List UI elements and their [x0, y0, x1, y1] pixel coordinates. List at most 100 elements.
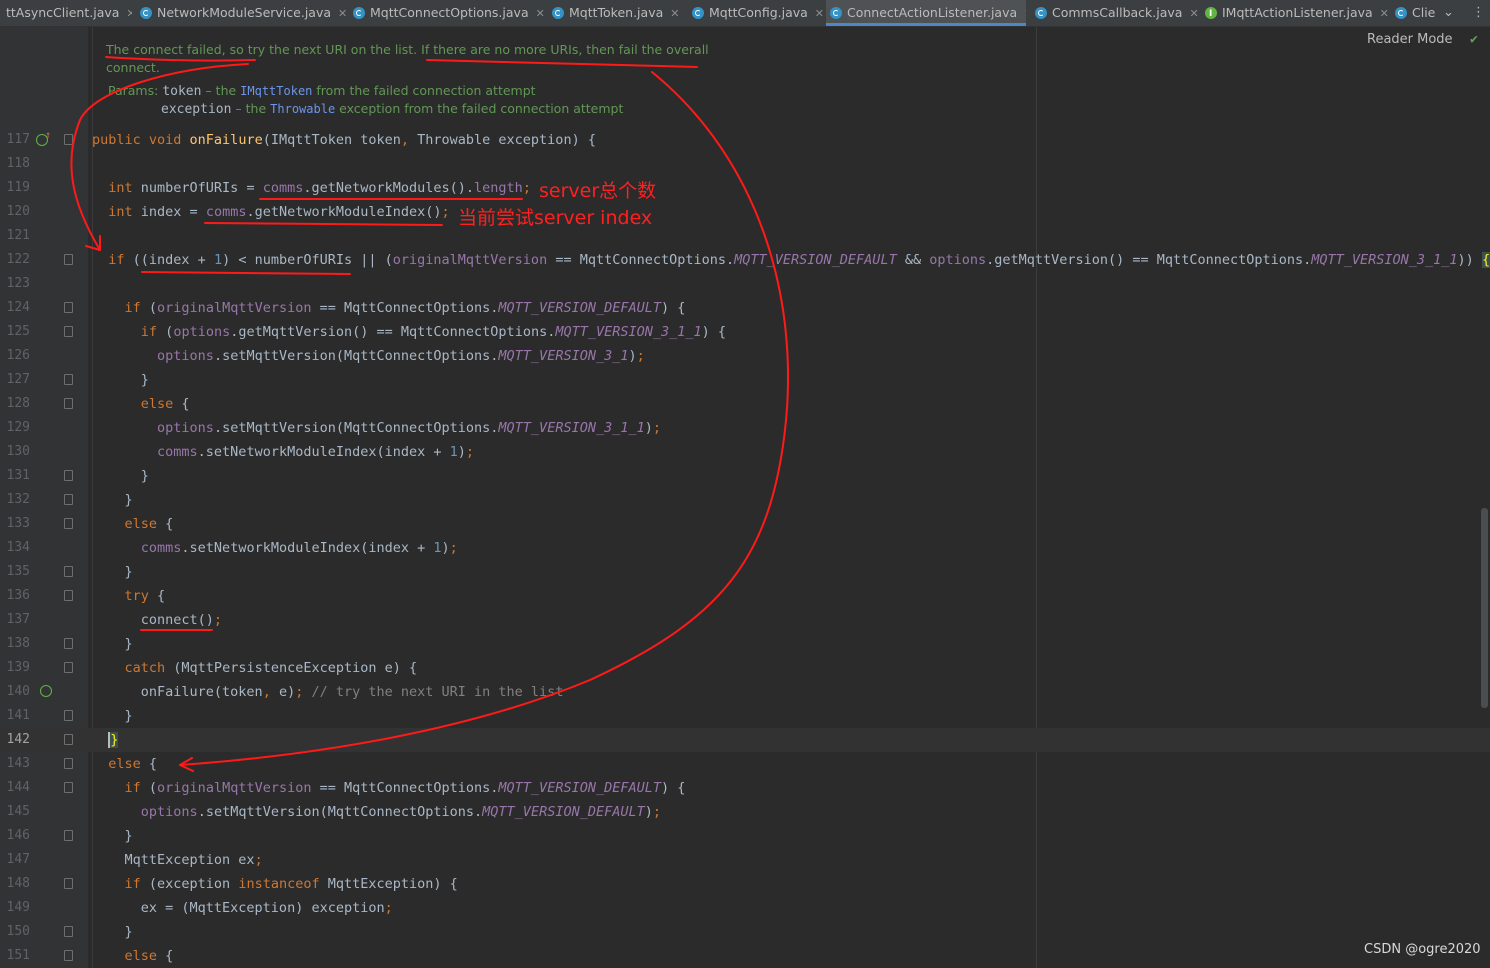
code-line[interactable]: 133 else {	[0, 512, 1490, 536]
fold-marker-icon[interactable]	[64, 662, 73, 673]
code-line[interactable]: 122 if ((index + 1) < numberOfURIs || (o…	[0, 248, 1490, 272]
line-number[interactable]: 127	[0, 368, 30, 392]
tab-list-chevron-icon[interactable]: ⌄	[1443, 0, 1454, 26]
code-line[interactable]: 121	[0, 224, 1490, 248]
code-text[interactable]: }	[92, 824, 133, 848]
code-text[interactable]: int index = comms.getNetworkModuleIndex(…	[92, 200, 449, 224]
code-line[interactable]: 136 try {	[0, 584, 1490, 608]
code-line[interactable]: 135 }	[0, 560, 1490, 584]
line-number[interactable]: 123	[0, 272, 30, 296]
inspection-ok-icon[interactable]: ✔	[1470, 32, 1478, 47]
line-number[interactable]: 132	[0, 488, 30, 512]
fold-marker-icon[interactable]	[64, 926, 73, 937]
tab-close-icon[interactable]: ✕	[1380, 1, 1389, 26]
editor-tab[interactable]: MqttConnectOptions.java ✕	[349, 0, 545, 26]
code-line[interactable]: 134 comms.setNetworkModuleIndex(index + …	[0, 536, 1490, 560]
reader-mode-toggle[interactable]: Reader Mode	[1367, 32, 1453, 47]
line-number[interactable]: 124	[0, 296, 30, 320]
code-text[interactable]: MqttException ex;	[92, 848, 263, 872]
fold-marker-icon[interactable]	[64, 374, 73, 385]
fold-marker-icon[interactable]	[64, 950, 73, 961]
line-number[interactable]: 142	[0, 728, 30, 752]
line-number[interactable]: 150	[0, 920, 30, 944]
code-line[interactable]: 149 ex = (MqttException) exception;	[0, 896, 1490, 920]
code-text[interactable]: connect();	[92, 608, 222, 632]
line-number[interactable]: 119	[0, 176, 30, 200]
line-number[interactable]: 133	[0, 512, 30, 536]
line-number[interactable]: 134	[0, 536, 30, 560]
code-line[interactable]: 126 options.setMqttVersion(MqttConnectOp…	[0, 344, 1490, 368]
code-line[interactable]: 148 if (exception instanceof MqttExcepti…	[0, 872, 1490, 896]
code-text[interactable]: }	[92, 464, 149, 488]
editor-tab[interactable]: NetworkModuleService.java ✕	[136, 0, 346, 26]
fold-marker-icon[interactable]	[64, 830, 73, 841]
code-line[interactable]: 120 int index = comms.getNetworkModuleIn…	[0, 200, 1490, 224]
code-text[interactable]: }	[92, 560, 133, 584]
code-line[interactable]: 118	[0, 152, 1490, 176]
line-number[interactable]: 137	[0, 608, 30, 632]
javadoc-type-link[interactable]: Throwable	[270, 102, 335, 116]
code-text[interactable]: }	[92, 488, 133, 512]
code-line[interactable]: 125 if (options.getMqttVersion() == Mqtt…	[0, 320, 1490, 344]
fold-marker-icon[interactable]	[64, 254, 73, 265]
line-number[interactable]: 138	[0, 632, 30, 656]
editor-tab[interactable]: ConnectActionListener.java ✕	[826, 0, 1026, 26]
code-text[interactable]: catch (MqttPersistenceException e) {	[92, 656, 418, 680]
code-text[interactable]: if (options.getMqttVersion() == MqttConn…	[92, 320, 726, 344]
code-text[interactable]: if (originalMqttVersion == MqttConnectOp…	[92, 776, 686, 800]
code-line[interactable]: 139 catch (MqttPersistenceException e) {	[0, 656, 1490, 680]
code-line[interactable]: 129 options.setMqttVersion(MqttConnectOp…	[0, 416, 1490, 440]
line-number[interactable]: 128	[0, 392, 30, 416]
code-text[interactable]: }	[92, 728, 119, 752]
code-text[interactable]: }	[92, 704, 133, 728]
line-number[interactable]: 146	[0, 824, 30, 848]
code-line[interactable]: 142 }	[0, 728, 1490, 752]
tab-close-icon[interactable]: ✕	[670, 1, 679, 26]
code-text[interactable]: if (exception instanceof MqttException) …	[92, 872, 458, 896]
editor-tab[interactable]: IMqttActionListener.java ✕	[1201, 0, 1389, 26]
fold-marker-icon[interactable]	[64, 758, 73, 769]
code-text[interactable]: options.setMqttVersion(MqttConnectOption…	[92, 344, 645, 368]
fold-marker-icon[interactable]	[64, 518, 73, 529]
fold-marker-icon[interactable]	[64, 398, 73, 409]
code-text[interactable]: options.setMqttVersion(MqttConnectOption…	[92, 416, 661, 440]
code-line[interactable]: 117 public void onFailure(IMqttToken toke…	[0, 128, 1490, 152]
code-text[interactable]: if ((index + 1) < numberOfURIs || (origi…	[92, 248, 1490, 272]
code-text[interactable]: comms.setNetworkModuleIndex(index + 1);	[92, 536, 458, 560]
line-number[interactable]: 143	[0, 752, 30, 776]
code-text[interactable]: ex = (MqttException) exception;	[92, 896, 393, 920]
fold-marker-icon[interactable]	[64, 782, 73, 793]
editor-tab[interactable]: ttAsyncClient.java ✕	[2, 0, 132, 26]
code-line[interactable]: 143 else {	[0, 752, 1490, 776]
code-line[interactable]: 141 }	[0, 704, 1490, 728]
line-number[interactable]: 121	[0, 224, 30, 248]
line-number[interactable]: 135	[0, 560, 30, 584]
tab-close-icon[interactable]: ✕	[815, 1, 824, 26]
line-number[interactable]: 140	[0, 680, 30, 704]
code-text[interactable]: onFailure(token, e); // try the next URI…	[92, 680, 564, 704]
code-text[interactable]: int numberOfURIs = comms.getNetworkModul…	[92, 176, 531, 200]
code-text[interactable]: else {	[92, 944, 174, 968]
code-line[interactable]: 137 connect();	[0, 608, 1490, 632]
javadoc-type-link[interactable]: IMqttToken	[240, 84, 312, 98]
fold-marker-icon[interactable]	[64, 734, 73, 745]
code-text[interactable]: else {	[92, 512, 174, 536]
line-number[interactable]: 147	[0, 848, 30, 872]
line-number[interactable]: 126	[0, 344, 30, 368]
line-number[interactable]: 120	[0, 200, 30, 224]
fold-marker-icon[interactable]	[64, 566, 73, 577]
line-number[interactable]: 125	[0, 320, 30, 344]
code-text[interactable]: else {	[92, 392, 190, 416]
fold-marker-icon[interactable]	[64, 590, 73, 601]
code-text[interactable]: public void onFailure(IMqttToken token, …	[92, 128, 596, 152]
tab-close-icon[interactable]: ✕	[536, 1, 545, 26]
fold-marker-icon[interactable]	[64, 878, 73, 889]
fold-marker-icon[interactable]	[64, 302, 73, 313]
code-text[interactable]: }	[92, 632, 133, 656]
line-number[interactable]: 144	[0, 776, 30, 800]
code-text[interactable]: options.setMqttVersion(MqttConnectOption…	[92, 800, 661, 824]
override-arrow-icon[interactable]: ↑	[45, 130, 51, 141]
fold-marker-icon[interactable]	[64, 710, 73, 721]
line-number[interactable]: 131	[0, 464, 30, 488]
code-text[interactable]: }	[92, 368, 149, 392]
